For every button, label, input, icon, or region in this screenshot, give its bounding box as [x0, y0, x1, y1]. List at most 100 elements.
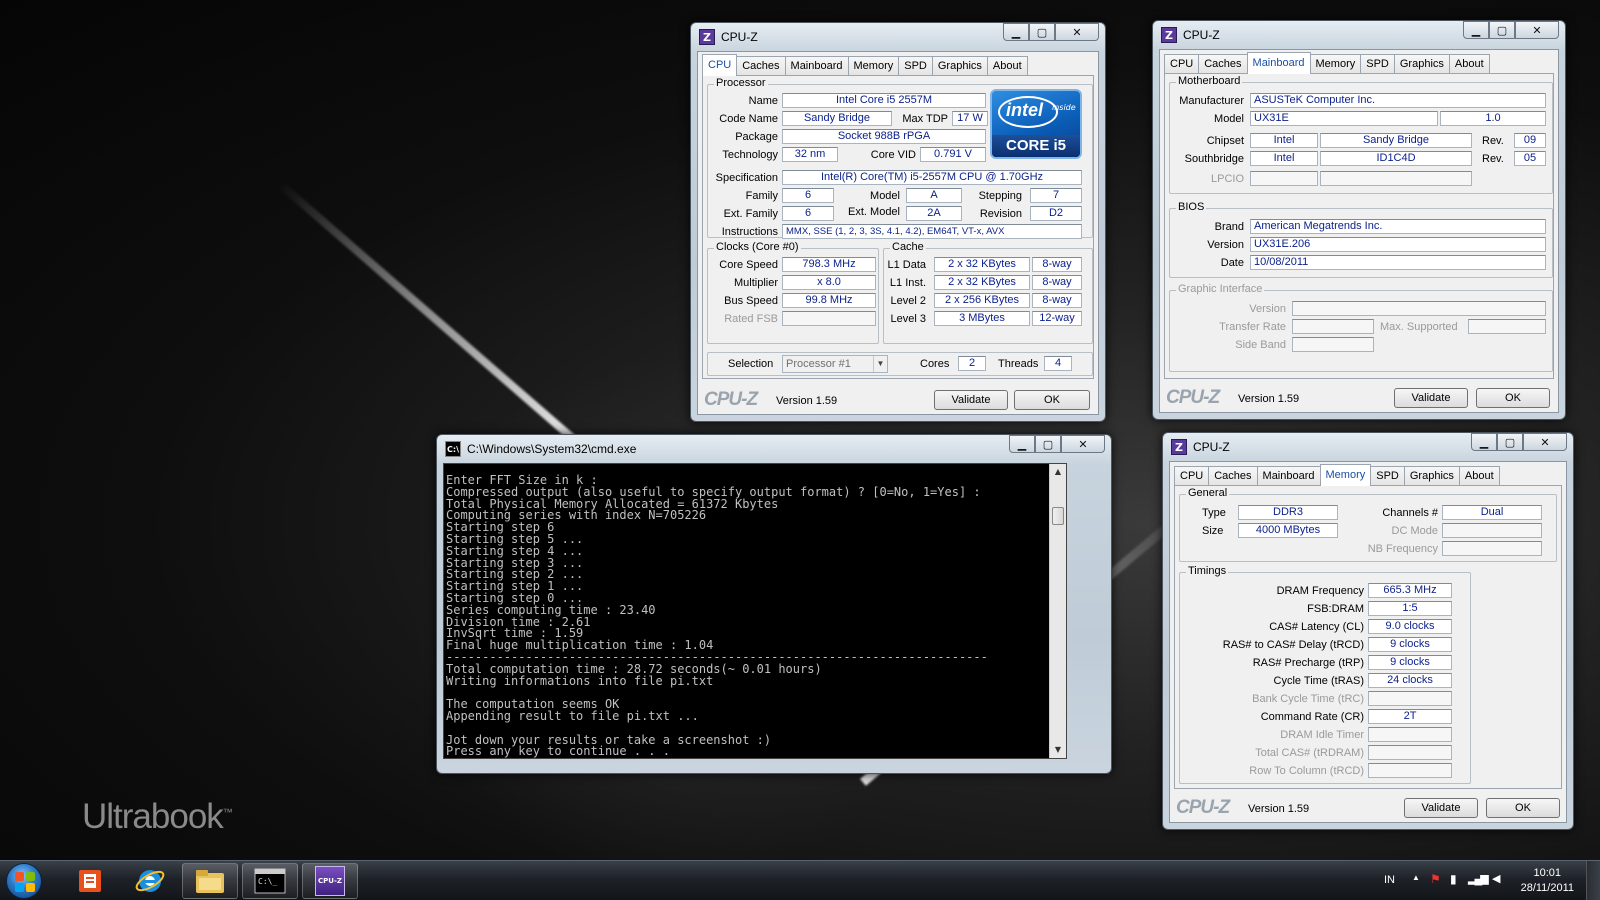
tab-caches[interactable]: Caches [1208, 466, 1258, 486]
tab-graphics[interactable]: Graphics [1403, 466, 1460, 486]
validate-button[interactable]: Validate [934, 390, 1008, 410]
vertical-scrollbar[interactable]: ▲ ▼ [1049, 464, 1066, 758]
close-button[interactable]: ✕ [1061, 435, 1105, 453]
model-label: Model [870, 190, 900, 202]
minimize-button[interactable]: ▁ [1463, 21, 1489, 39]
processor-select-value: Processor #1 [786, 358, 851, 370]
timing-label: Command Rate (CR) [1260, 711, 1364, 723]
volume-speaker-icon[interactable]: ◀ [1492, 872, 1500, 885]
minimize-button[interactable]: ▁ [1009, 435, 1035, 453]
start-button[interactable] [6, 863, 42, 899]
tab-graphics[interactable]: Graphics [931, 56, 988, 76]
bios-date-value: 10/08/2011 [1250, 255, 1546, 270]
ok-button[interactable]: OK [1014, 390, 1090, 410]
intel-logo-text: intel [1006, 100, 1044, 120]
taskbar-cmd[interactable]: C:\_ [242, 863, 298, 899]
corevid-label: Core VID [870, 149, 916, 161]
tab-cpu[interactable]: CPU [702, 54, 738, 76]
processor-select[interactable]: Processor #1 ▼ [782, 355, 888, 373]
technology-label: Technology [722, 149, 778, 161]
l1d-label: L1 Data [887, 259, 926, 271]
title-bar[interactable]: Z CPU-Z ▁ ▢ ✕ [1159, 21, 1559, 49]
window-title: CPU-Z [1183, 28, 1220, 42]
scroll-down-icon[interactable]: ▼ [1050, 742, 1066, 758]
taskbar-office[interactable] [62, 863, 118, 899]
maximize-button[interactable]: ▢ [1497, 433, 1523, 451]
timing-value: 1:5 [1368, 601, 1452, 616]
manufacturer-value: ASUSTeK Computer Inc. [1250, 93, 1546, 108]
cpuz-memory-window: Z CPU-Z ▁ ▢ ✕ CPU Caches Mainboard Memor… [1162, 432, 1574, 830]
network-signal-icon[interactable]: ▂▄▆ [1468, 872, 1489, 885]
dcmode-value [1442, 523, 1542, 538]
taskbar-internet-explorer[interactable] [122, 863, 178, 899]
console-output-area[interactable]: Enter FFT Size in k : Compressed output … [443, 463, 1067, 759]
ok-button[interactable]: OK [1486, 798, 1560, 818]
tab-mainboard[interactable]: Mainboard [784, 56, 849, 76]
close-button[interactable]: ✕ [1515, 21, 1559, 39]
power-battery-icon[interactable]: ▮ [1450, 872, 1457, 886]
corevid-value: 0.791 V [920, 147, 986, 162]
tab-cpu[interactable]: CPU [1164, 54, 1200, 74]
selection-group: Selection Processor #1 ▼ Cores 2 Threads… [707, 352, 1093, 376]
type-label: Type [1202, 507, 1226, 519]
tab-cpu[interactable]: CPU [1174, 466, 1210, 486]
scroll-thumb[interactable] [1052, 507, 1064, 525]
minimize-button[interactable]: ▁ [1003, 23, 1029, 41]
group-legend: Graphic Interface [1176, 283, 1265, 295]
action-center-flag-icon[interactable]: ⚑ [1430, 872, 1441, 886]
close-button[interactable]: ✕ [1055, 23, 1099, 41]
maxtdp-label: Max TDP [902, 113, 948, 125]
tab-about[interactable]: About [1448, 54, 1490, 74]
chipset-label: Chipset [1206, 135, 1244, 147]
maximize-button[interactable]: ▢ [1035, 435, 1061, 453]
tab-memory[interactable]: Memory [1309, 54, 1362, 74]
l2-value: 2 x 256 KBytes [934, 293, 1030, 308]
dcmode-label: DC Mode [1391, 525, 1438, 537]
validate-button[interactable]: Validate [1404, 798, 1478, 818]
maximize-button[interactable]: ▢ [1489, 21, 1515, 39]
minimize-button[interactable]: ▁ [1471, 433, 1497, 451]
tab-memory[interactable]: Memory [1319, 464, 1372, 486]
intel-inside-text: inside [1052, 103, 1076, 112]
scroll-up-icon[interactable]: ▲ [1050, 464, 1066, 480]
maximize-button[interactable]: ▢ [1029, 23, 1055, 41]
lpcio-vendor-value [1250, 171, 1318, 186]
tab-caches[interactable]: Caches [1198, 54, 1248, 74]
timing-label: Row To Column (tRCD) [1249, 765, 1364, 777]
show-desktop-button[interactable] [1586, 861, 1600, 900]
bios-brand-label: Brand [1214, 221, 1244, 233]
tab-spd[interactable]: SPD [1360, 54, 1395, 74]
show-hidden-icons-chevron-up-icon[interactable]: ▲ [1412, 873, 1420, 882]
timing-value: 9 clocks [1368, 655, 1452, 670]
taskbar-explorer[interactable] [182, 863, 238, 899]
l1i-assoc: 8-way [1032, 275, 1082, 290]
tab-about[interactable]: About [986, 56, 1028, 76]
model-revision-value: 1.0 [1440, 111, 1546, 126]
extfamily-value: 6 [782, 206, 834, 221]
tab-about[interactable]: About [1458, 466, 1500, 486]
close-button[interactable]: ✕ [1523, 433, 1567, 451]
taskbar-cpuz[interactable]: CPU-Z [302, 863, 358, 899]
cpuz-brand: CPU-Z [1166, 387, 1220, 408]
tab-graphics[interactable]: Graphics [1393, 54, 1450, 74]
southbridge-rev-label: Rev. [1482, 153, 1504, 165]
taskbar-clock[interactable]: 10:01 28/11/2011 [1521, 866, 1574, 896]
title-bar[interactable]: Z CPU-Z ▁ ▢ ✕ [697, 23, 1099, 51]
chevron-down-icon[interactable]: ▼ [873, 356, 887, 372]
tab-memory[interactable]: Memory [847, 56, 900, 76]
instructions-value: MMX, SSE (1, 2, 3, 3S, 4.1, 4.2), EM64T,… [782, 224, 1082, 239]
mainboard-tab-panel: Motherboard Manufacturer ASUSTeK Compute… [1164, 73, 1554, 379]
tab-mainboard[interactable]: Mainboard [1256, 466, 1321, 486]
validate-button[interactable]: Validate [1394, 388, 1468, 408]
busspeed-label: Bus Speed [724, 295, 778, 307]
language-indicator[interactable]: IN [1384, 874, 1395, 886]
tab-spd[interactable]: SPD [898, 56, 933, 76]
title-bar[interactable]: C:\ C:\Windows\System32\cmd.exe ▁ ▢ ✕ [443, 435, 1105, 463]
title-bar[interactable]: Z CPU-Z ▁ ▢ ✕ [1169, 433, 1567, 461]
group-legend: Processor [714, 77, 768, 89]
tab-mainboard[interactable]: Mainboard [1246, 52, 1311, 74]
tab-spd[interactable]: SPD [1370, 466, 1405, 486]
group-legend: Motherboard [1176, 75, 1243, 87]
ok-button[interactable]: OK [1476, 388, 1550, 408]
tab-caches[interactable]: Caches [736, 56, 786, 76]
